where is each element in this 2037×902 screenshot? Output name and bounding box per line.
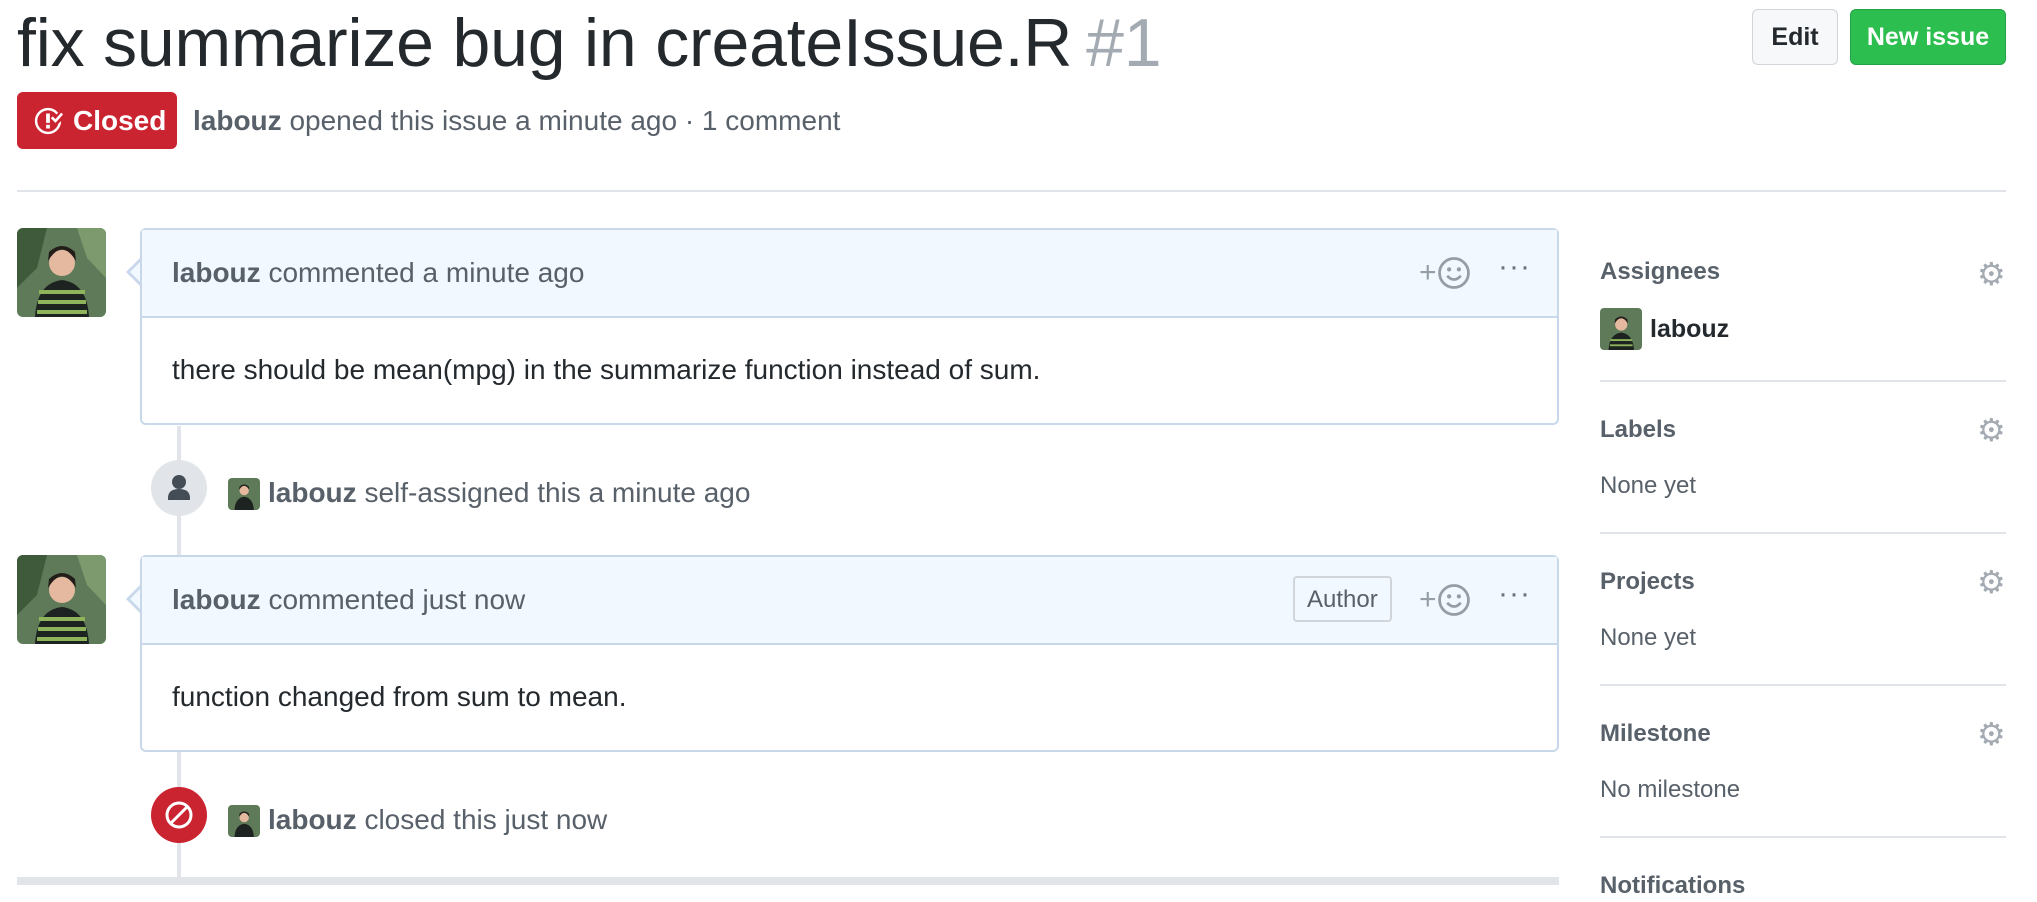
- sidebar-divider: [1600, 380, 2006, 382]
- comment-author[interactable]: labouz: [172, 584, 261, 615]
- comment-header: labouz commented a minute ago + ···: [142, 230, 1557, 318]
- comment-author[interactable]: labouz: [172, 257, 261, 288]
- sidebar-divider: [1600, 684, 2006, 686]
- event-actor-avatar[interactable]: [228, 805, 260, 837]
- author-badge: Author: [1293, 576, 1392, 622]
- reaction-plus: +: [1419, 583, 1437, 616]
- person-icon: [168, 475, 190, 500]
- sidebar-divider: [1600, 836, 2006, 838]
- assignees-gear-icon[interactable]: ⚙: [1977, 258, 2006, 290]
- event-actor[interactable]: labouz: [268, 804, 357, 835]
- event-actor-avatar[interactable]: [228, 478, 260, 510]
- event-closed: labouz closed this just now: [268, 797, 607, 843]
- comment-options-button[interactable]: ···: [1498, 577, 1531, 611]
- event-badge-closed: [151, 787, 207, 843]
- issue-state-badge: Closed: [17, 92, 177, 149]
- comment-avatar[interactable]: [17, 555, 106, 644]
- labels-gear-icon[interactable]: ⚙: [1977, 414, 2006, 446]
- comment-box: labouz commented just now Author + ··· f…: [140, 555, 1559, 752]
- comment-avatar[interactable]: [17, 228, 106, 317]
- assignee-avatar[interactable]: [1600, 308, 1642, 350]
- timeline-end-divider: [17, 877, 1559, 885]
- sidebar-divider: [1600, 532, 2006, 534]
- comment-byline: labouz commented a minute ago: [172, 230, 584, 316]
- issue-title-text: fix summarize bug in createIssue.R: [17, 5, 1073, 81]
- sidebar-heading-assignees[interactable]: Assignees: [1600, 256, 1720, 288]
- comment-time[interactable]: commented just now: [268, 584, 525, 615]
- smiley-icon: [1437, 584, 1470, 616]
- comment-options-button[interactable]: ···: [1498, 250, 1531, 284]
- sidebar-heading-milestone[interactable]: Milestone: [1600, 718, 1711, 750]
- issue-number: #1: [1086, 5, 1162, 81]
- edit-button[interactable]: Edit: [1752, 9, 1838, 65]
- milestone-gear-icon[interactable]: ⚙: [1977, 718, 2006, 750]
- sidebar-heading-projects[interactable]: Projects: [1600, 566, 1695, 598]
- add-reaction-button[interactable]: +: [1419, 255, 1471, 291]
- header-divider: [17, 190, 2006, 192]
- comment-box: labouz commented a minute ago + ··· ther…: [140, 228, 1559, 425]
- circle-slash-icon: [165, 801, 193, 829]
- event-self-assigned: labouz self-assigned this a minute ago: [268, 470, 750, 516]
- comment-header: labouz commented just now Author + ···: [142, 557, 1557, 645]
- event-actor[interactable]: labouz: [268, 477, 357, 508]
- new-issue-button[interactable]: New issue: [1850, 9, 2006, 65]
- event-badge: [151, 460, 207, 516]
- comment-time[interactable]: commented a minute ago: [268, 257, 584, 288]
- issue-meta: labouz opened this issue a minute ago · …: [193, 98, 840, 144]
- comment-body: function changed from sum to mean.: [172, 681, 627, 712]
- issue-closed-icon: [34, 107, 63, 135]
- comment-byline: labouz commented just now: [172, 557, 525, 643]
- event-text: closed this just now: [364, 804, 608, 835]
- smiley-icon: [1437, 257, 1470, 289]
- sidebar-heading-labels[interactable]: Labels: [1600, 414, 1676, 446]
- projects-gear-icon[interactable]: ⚙: [1977, 566, 2006, 598]
- sidebar-heading-notifications: Notifications: [1600, 872, 1746, 899]
- reaction-plus: +: [1419, 256, 1437, 289]
- assignee-name[interactable]: labouz: [1650, 312, 1729, 346]
- issue-author-link[interactable]: labouz: [193, 105, 282, 136]
- milestone-value: No milestone: [1600, 776, 1741, 803]
- issue-state-label: Closed: [73, 105, 167, 136]
- labels-value: None yet: [1600, 472, 1697, 499]
- comment-body: there should be mean(mpg) in the summari…: [172, 354, 1041, 385]
- projects-value: None yet: [1600, 624, 1697, 651]
- issue-meta-text: opened this issue a minute ago · 1 comme…: [289, 105, 841, 136]
- event-text: self-assigned this a minute ago: [364, 477, 751, 508]
- issue-title: fix summarize bug in createIssue.R #1: [17, 0, 1162, 86]
- add-reaction-button[interactable]: +: [1419, 582, 1471, 618]
